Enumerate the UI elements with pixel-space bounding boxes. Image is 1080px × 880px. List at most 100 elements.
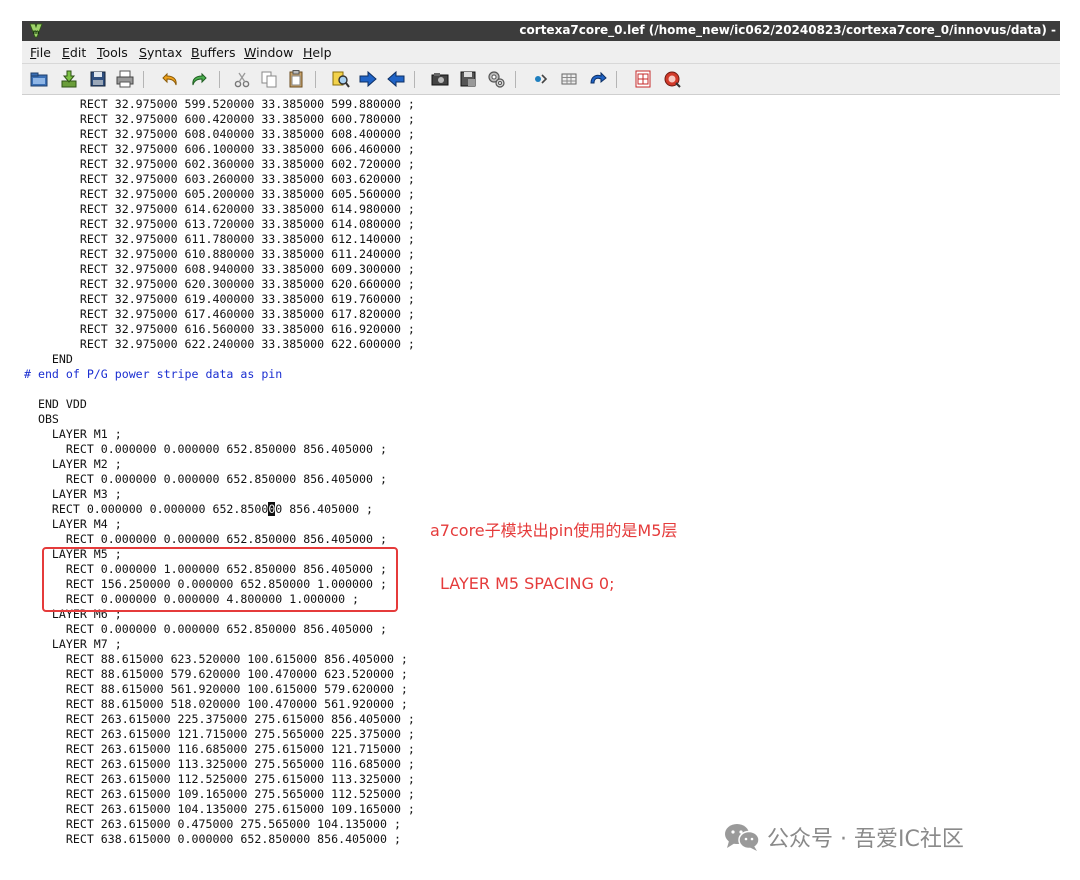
find-replace-icon[interactable] (331, 69, 351, 89)
wechat-icon (725, 824, 760, 851)
menu-mnemonic: S (139, 45, 147, 60)
code-line: RECT 263.615000 109.165000 275.565000 11… (24, 787, 415, 801)
code-line: RECT 0.000000 0.000000 652.850000 856.40… (24, 442, 387, 456)
code-line: LAYER M7 ; (24, 637, 122, 651)
code-line: RECT 32.975000 619.400000 33.385000 619.… (24, 292, 415, 306)
load-session-icon[interactable] (430, 69, 450, 89)
code-line: LAYER M2 ; (24, 457, 122, 471)
find-help-icon[interactable] (662, 69, 682, 89)
copy-icon[interactable] (259, 69, 279, 89)
code-line: RECT 32.975000 620.300000 33.385000 620.… (24, 277, 415, 291)
find-prev-icon[interactable] (386, 69, 406, 89)
toolbar-separator (414, 71, 415, 88)
make-icon[interactable] (530, 69, 550, 89)
cut-icon[interactable] (232, 69, 252, 89)
code-line: RECT 88.615000 579.620000 100.470000 623… (24, 667, 408, 681)
annotation-m5-spacing-note: LAYER M5 SPACING 0; (440, 574, 615, 593)
menu-mnemonic: E (62, 45, 70, 60)
save-session-icon[interactable] (458, 69, 478, 89)
code-line: RECT 263.615000 0.475000 275.565000 104.… (24, 817, 401, 831)
svg-text:m: m (33, 29, 39, 36)
code-line: LAYER M4 ; (24, 517, 122, 531)
menu-label: ile (36, 45, 51, 60)
open-icon[interactable] (29, 69, 49, 89)
menu-label: dit (69, 45, 87, 60)
code-line: RECT 263.615000 225.375000 275.615000 85… (24, 712, 415, 726)
toolbar-separator (515, 71, 516, 88)
code-line: LAYER M1 ; (24, 427, 122, 441)
menu-edit[interactable]: Edit (62, 45, 86, 60)
toolbar (22, 64, 1060, 95)
code-line: LAYER M3 ; (24, 487, 122, 501)
layer-m5-highlight-box (42, 547, 398, 612)
help-icon[interactable] (633, 69, 653, 89)
paste-icon[interactable] (286, 69, 306, 89)
title-bar: m cortexa7core_0.lef (/home_new/ic062/20… (22, 21, 1060, 41)
toolbar-separator (315, 71, 316, 88)
menu-window[interactable]: Window (244, 45, 293, 60)
menu-label: indow (256, 45, 294, 60)
redo-icon[interactable] (188, 69, 208, 89)
code-text: 0 856.405000 ; (275, 502, 374, 516)
menu-bar: File Edit Tools Syntax Buffers Window Help (22, 41, 1060, 64)
jump-tag-icon[interactable] (588, 69, 608, 89)
code-line: RECT 263.615000 116.685000 275.615000 12… (24, 742, 415, 756)
window-title: cortexa7core_0.lef (/home_new/ic062/2024… (519, 23, 1056, 37)
code-line: RECT 32.975000 613.720000 33.385000 614.… (24, 217, 415, 231)
text-editor[interactable]: RECT 32.975000 599.520000 33.385000 599.… (22, 95, 1060, 859)
code-line: RECT 32.975000 616.560000 33.385000 616.… (24, 322, 415, 336)
find-next-icon[interactable] (358, 69, 378, 89)
code-line: RECT 32.975000 603.260000 33.385000 603.… (24, 172, 415, 186)
code-line: RECT 32.975000 605.200000 33.385000 605.… (24, 187, 415, 201)
code-line: RECT 32.975000 606.100000 33.385000 606.… (24, 142, 415, 156)
code-line: END (24, 352, 73, 366)
code-line: RECT 263.615000 113.325000 275.565000 11… (24, 757, 415, 771)
menu-label: ools (102, 45, 128, 60)
watermark-text: 公众号 · 吾爱IC社区 (767, 827, 964, 852)
toolbar-separator (616, 71, 617, 88)
code-line: RECT 32.975000 622.240000 33.385000 622.… (24, 337, 415, 351)
toolbar-separator (143, 71, 144, 88)
menu-help[interactable]: Help (303, 45, 332, 60)
save-icon[interactable] (59, 69, 79, 89)
code-line: END VDD (24, 397, 87, 411)
menu-mnemonic: W (244, 45, 257, 60)
code-line: RECT 32.975000 614.620000 33.385000 614.… (24, 202, 415, 216)
annotation-m5-pin-note: a7core子模块出pin使用的是M5层 (430, 521, 678, 540)
menu-label: yntax (146, 45, 183, 60)
save-as-icon[interactable] (88, 69, 108, 89)
code-line: RECT 32.975000 617.460000 33.385000 617.… (24, 307, 415, 321)
print-icon[interactable] (115, 69, 135, 89)
menu-label: uffers (199, 45, 236, 60)
menu-mnemonic: B (191, 45, 200, 60)
code-line: RECT 32.975000 610.880000 33.385000 611.… (24, 247, 415, 261)
code-line: RECT 88.615000 623.520000 100.615000 856… (24, 652, 408, 666)
code-line: OBS (24, 412, 59, 426)
code-line: RECT 263.615000 112.525000 275.615000 11… (24, 772, 415, 786)
code-line: RECT 263.615000 104.135000 275.615000 10… (24, 802, 415, 816)
code-line: RECT 0.000000 0.000000 652.850000 856.40… (24, 472, 387, 486)
code-line: RECT 0.000000 0.000000 652.850000 856.40… (24, 622, 387, 636)
undo-icon[interactable] (161, 69, 181, 89)
code-line: RECT 0.000000 0.000000 652.850000 856.40… (24, 532, 387, 546)
menu-file[interactable]: File (30, 45, 51, 60)
ctags-icon[interactable] (559, 69, 579, 89)
code-line: RECT 88.615000 518.020000 100.470000 561… (24, 697, 408, 711)
code-line: RECT 32.975000 608.040000 33.385000 608.… (24, 127, 415, 141)
menu-buffers[interactable]: Buffers (191, 45, 235, 60)
run-script-icon[interactable] (486, 69, 506, 89)
menu-tools[interactable]: Tools (97, 45, 128, 60)
code-line: RECT 32.975000 611.780000 33.385000 612.… (24, 232, 415, 246)
wechat-watermark: 公众号 · 吾爱IC社区 (723, 820, 964, 854)
menu-mnemonic: H (303, 45, 313, 60)
code-line: RECT 32.975000 608.940000 33.385000 609.… (24, 262, 415, 276)
code-line: RECT 32.975000 599.520000 33.385000 599.… (24, 97, 415, 111)
gvim-app-icon: m (29, 23, 43, 38)
code-text: RECT 0.000000 0.000000 652.8500 (24, 502, 269, 516)
menu-label: elp (312, 45, 332, 60)
toolbar-separator (219, 71, 220, 88)
menu-syntax[interactable]: Syntax (139, 45, 182, 60)
code-line: RECT 32.975000 602.360000 33.385000 602.… (24, 157, 415, 171)
code-line: RECT 0.000000 0.000000 652.850000 856.40… (24, 502, 373, 517)
vim-window: m cortexa7core_0.lef (/home_new/ic062/20… (22, 21, 1060, 859)
